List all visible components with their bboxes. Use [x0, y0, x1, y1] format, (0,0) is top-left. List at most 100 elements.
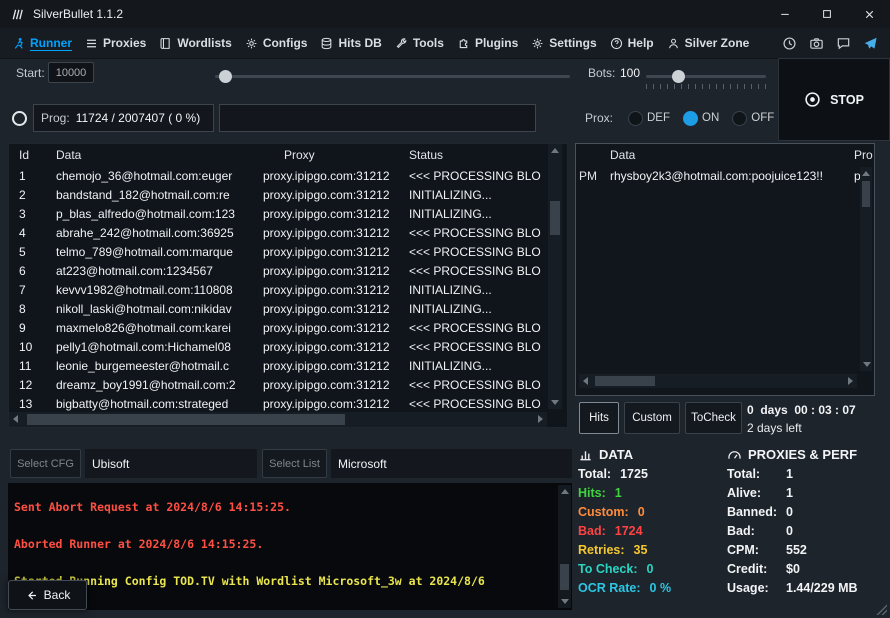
column-header-id[interactable]: Id [9, 148, 47, 162]
stat-label: OCR Rate: [578, 581, 641, 595]
hit-row[interactable]: PM rhysboy2k3@hotmail.com:poojuice123!! … [576, 166, 874, 185]
hits-horizontal-scrollbar[interactable] [579, 374, 857, 388]
stat-value: 0 [647, 562, 654, 576]
stop-button[interactable]: STOP [778, 58, 890, 141]
hits-vertical-scrollbar[interactable] [860, 167, 872, 371]
selected-config-field[interactable]: Ubisoft [85, 449, 257, 478]
tab-custom[interactable]: Custom [624, 402, 680, 434]
start-input[interactable] [48, 62, 94, 83]
progress-input[interactable] [219, 104, 536, 132]
slider-thumb[interactable] [672, 70, 685, 83]
scroll-down-arrow-icon[interactable] [561, 599, 569, 604]
table-row[interactable]: 5 telmo_789@hotmail.com:marque proxy.ipi… [9, 242, 567, 261]
nav-item-proxies[interactable]: Proxies [85, 36, 146, 50]
cell-data: bandstand_182@hotmail.com:re [47, 188, 263, 202]
scroll-up-arrow-icon[interactable] [862, 171, 870, 176]
cell-id: 13 [9, 397, 47, 411]
close-button[interactable] [848, 0, 890, 28]
prox-option-label: OFF [751, 112, 774, 124]
nav-item-configs[interactable]: Configs [245, 36, 308, 50]
table-row[interactable]: 7 kevvv1982@hotmail.com:110808 proxy.ipi… [9, 280, 567, 299]
minimize-button[interactable] [764, 0, 806, 28]
table-vertical-scrollbar[interactable] [548, 144, 562, 409]
maximize-button[interactable] [806, 0, 848, 28]
scrollbar-thumb[interactable] [560, 564, 569, 590]
log-vertical-scrollbar[interactable] [558, 485, 571, 608]
table-row[interactable]: 1 chemojo_36@hotmail.com:euger proxy.ipi… [9, 166, 567, 185]
bots-value: 100 [620, 66, 640, 80]
nav-item-wordlists[interactable]: Wordlists [159, 36, 231, 50]
log-line: Sent Abort Request at 2024/8/6 14:15:25. [14, 501, 550, 513]
selected-wordlist-field[interactable]: Microsoft [331, 449, 572, 478]
resize-grip[interactable] [876, 604, 887, 615]
elapsed-timer: 0 days 00 : 03 : 07 [747, 403, 856, 417]
column-header-data[interactable]: Data [47, 148, 263, 162]
scrollbar-thumb[interactable] [862, 181, 870, 207]
scrollbar-thumb[interactable] [27, 414, 345, 425]
cell-id: 1 [9, 169, 47, 183]
scroll-left-arrow-icon[interactable] [13, 415, 18, 423]
bots-slider[interactable] [646, 70, 766, 83]
scroll-up-arrow-icon[interactable] [551, 148, 559, 153]
stat-proxy-total: Total: 1 [727, 464, 858, 483]
progress-radio[interactable] [12, 111, 27, 126]
nav-item-plugins[interactable]: Plugins [457, 36, 518, 50]
cell-proxy: proxy.ipipgo.com:31212 [263, 245, 409, 259]
column-header-proxy[interactable]: Proxy [263, 148, 409, 162]
table-row[interactable]: 2 bandstand_182@hotmail.com:re proxy.ipi… [9, 185, 567, 204]
nav-item-silverzone[interactable]: Silver Zone [667, 36, 750, 50]
column-header-data[interactable]: Data [610, 148, 854, 162]
table-row[interactable]: 9 maxmelo826@hotmail.com:karei proxy.ipi… [9, 318, 567, 337]
cell-status: <<< PROCESSING BLO [409, 378, 567, 392]
scrollbar-thumb[interactable] [550, 201, 560, 235]
start-slider[interactable] [215, 70, 570, 83]
prox-def-toggle[interactable]: DEF [628, 111, 670, 126]
cell-id: 7 [9, 283, 47, 297]
slider-ticks [646, 84, 766, 89]
column-header-proxy[interactable]: Pro [854, 148, 874, 162]
tab-tocheck[interactable]: ToCheck [685, 402, 742, 434]
nav-item-hitsdb[interactable]: Hits DB [320, 36, 381, 50]
scroll-up-arrow-icon[interactable] [561, 489, 569, 494]
table-row[interactable]: 3 p_blas_alfredo@hotmail.com:123 proxy.i… [9, 204, 567, 223]
scroll-down-arrow-icon[interactable] [551, 400, 559, 405]
nav-item-settings[interactable]: Settings [531, 36, 596, 50]
table-row[interactable]: 13 bigbatty@hotmail.com:strateged proxy.… [9, 394, 567, 413]
select-cfg-button[interactable]: Select CFG [10, 449, 81, 478]
table-row[interactable]: 4 abrahe_242@hotmail.com:36925 proxy.ipi… [9, 223, 567, 242]
stat-label: Retries: [578, 543, 625, 557]
camera-icon[interactable] [809, 36, 824, 51]
table-row[interactable]: 11 leonie_burgemeester@hotmail.c proxy.i… [9, 356, 567, 375]
table-row[interactable]: 10 pelly1@hotmail.com:Hichamel08 proxy.i… [9, 337, 567, 356]
column-header-status[interactable]: Status [409, 148, 567, 162]
history-icon[interactable] [782, 36, 797, 51]
slider-thumb[interactable] [219, 70, 232, 83]
scroll-right-arrow-icon[interactable] [538, 415, 543, 423]
scroll-right-arrow-icon[interactable] [848, 377, 853, 385]
cell-proxy: proxy.ipipgo.com:31212 [263, 302, 409, 316]
chat-icon[interactable] [836, 36, 851, 51]
cell-status: INITIALIZING... [409, 188, 567, 202]
scroll-down-arrow-icon[interactable] [863, 362, 871, 367]
scroll-left-arrow-icon[interactable] [583, 377, 588, 385]
stat-bad: Bad: 1724 [578, 521, 671, 540]
table-row[interactable]: 8 nikoll_laski@hotmail.com:nikidav proxy… [9, 299, 567, 318]
send-icon[interactable] [863, 36, 878, 51]
table-row[interactable]: 6 at223@hotmail.com:1234567 proxy.ipipgo… [9, 261, 567, 280]
select-list-button[interactable]: Select List [262, 449, 327, 478]
scrollbar-thumb[interactable] [595, 376, 655, 386]
prox-off-toggle[interactable]: OFF [732, 111, 774, 126]
slider-track [215, 75, 570, 78]
prox-on-toggle[interactable]: ON [683, 111, 719, 126]
main-nav: Runner Proxies Wordlists Configs Hits DB… [0, 28, 890, 59]
back-button[interactable]: Back [8, 580, 87, 610]
table-row[interactable]: 12 dreamz_boy1991@hotmail.com:2 proxy.ip… [9, 375, 567, 394]
table-horizontal-scrollbar[interactable] [9, 412, 547, 427]
nav-item-tools[interactable]: Tools [395, 36, 444, 50]
tab-hits[interactable]: Hits [579, 402, 619, 434]
nav-item-runner[interactable]: Runner [12, 36, 72, 50]
slider-track [646, 75, 766, 78]
hits-table-header: Data Pro [576, 144, 874, 166]
nav-item-help[interactable]: Help [610, 36, 654, 50]
nav-label: Configs [263, 36, 308, 50]
